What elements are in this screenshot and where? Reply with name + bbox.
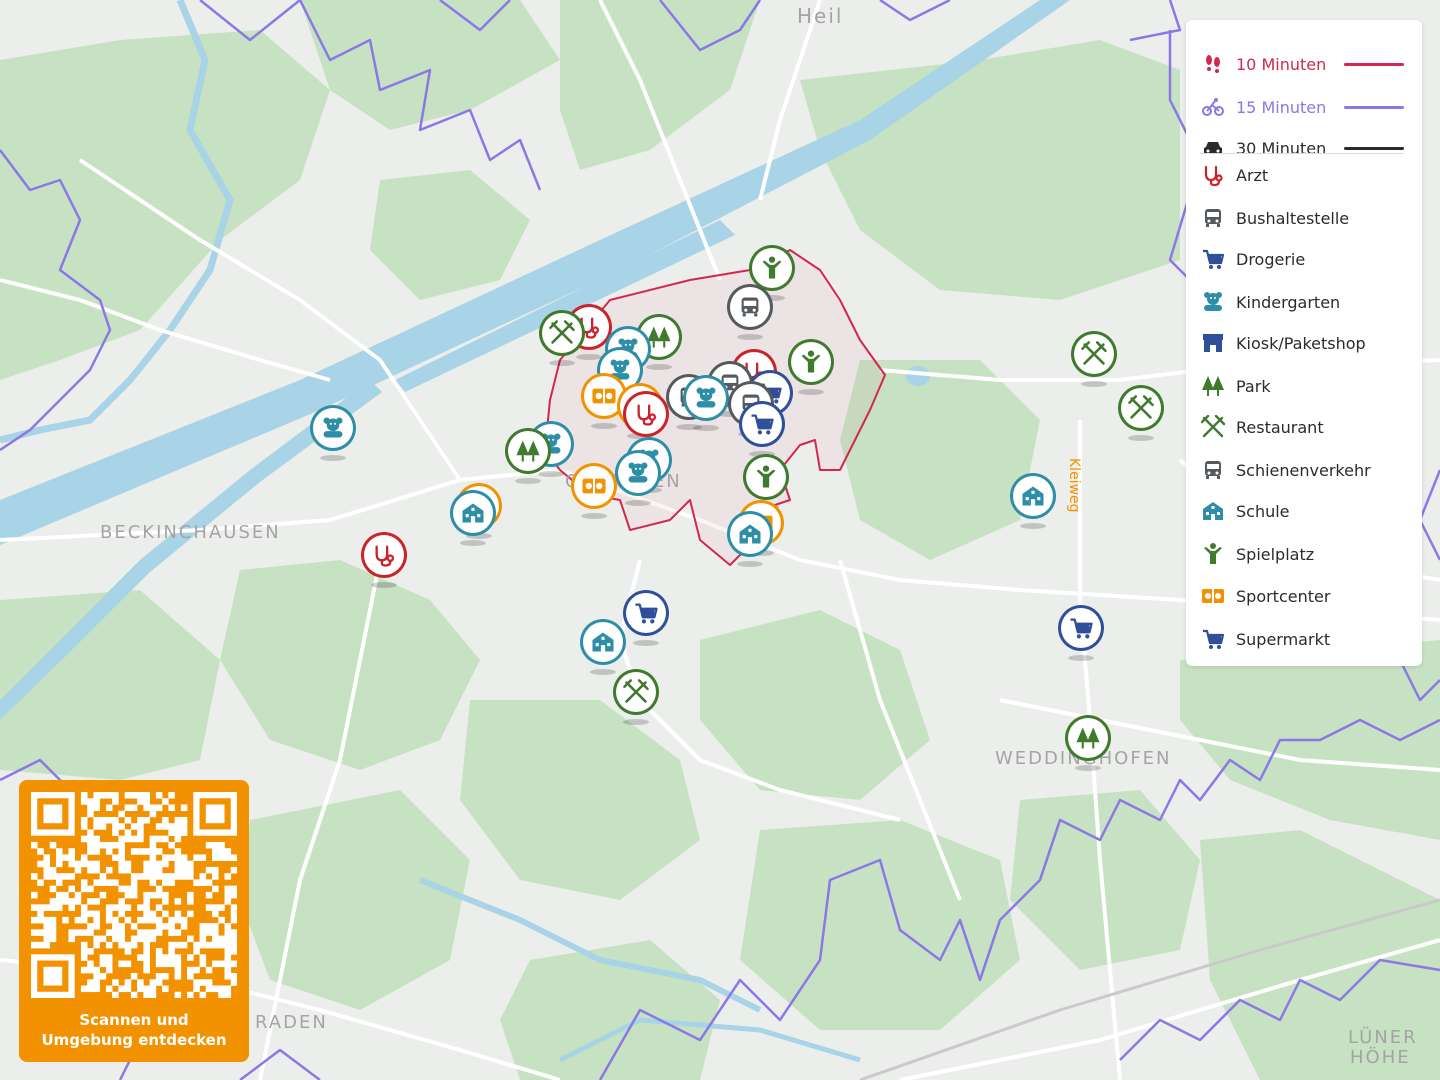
legend-label: Spielplatz (1236, 544, 1315, 564)
legend-label: Supermarkt (1236, 629, 1331, 649)
legend-line-bike (1344, 106, 1404, 109)
shop-icon (1200, 331, 1226, 355)
trees-icon (1200, 374, 1226, 398)
train-icon (1200, 458, 1226, 482)
legend-item-walk[interactable]: 10 Minuten (1200, 52, 1404, 76)
qr-code-panel[interactable]: Scannen und Umgebung entdecken (19, 780, 249, 1062)
legend-item-bushaltestelle[interactable]: Bushaltestelle (1200, 206, 1404, 230)
legend-line-walk (1344, 63, 1404, 66)
place-label-heil: Heil (797, 4, 843, 28)
stethoscope-icon (1200, 163, 1226, 187)
legend-item-restaurant[interactable]: Restaurant (1200, 415, 1404, 439)
legend-label: Kiosk/Paketshop (1236, 333, 1366, 353)
sport-icon (1200, 584, 1226, 608)
place-label-raden: RADEN (255, 1012, 328, 1033)
map-legend: 10 Minuten 15 Minuten 30 Minuten Arzt Bus… (1186, 20, 1422, 666)
legend-label: Schienenverkehr (1236, 460, 1371, 480)
legend-label: Schule (1236, 501, 1290, 521)
street-label-kleiweg: Kleiweg (1066, 458, 1082, 513)
legend-label-bike: 15 Minuten (1236, 97, 1327, 117)
legend-label-walk: 10 Minuten (1236, 54, 1327, 74)
legend-item-car[interactable]: 30 Minuten (1200, 136, 1404, 160)
legend-label: Park (1236, 376, 1271, 396)
place-label-beckinghausen: BECKINCHAUSEN (100, 522, 281, 543)
legend-item-schule[interactable]: Schule (1200, 499, 1404, 523)
qr-code[interactable] (31, 792, 237, 998)
legend-item-schienenverkehr[interactable]: Schienenverkehr (1200, 458, 1404, 482)
legend-item-park[interactable]: Park (1200, 374, 1404, 398)
legend-label-car: 30 Minuten (1236, 138, 1327, 158)
legend-item-sportcenter[interactable]: Sportcenter (1200, 584, 1404, 608)
school-icon (1200, 499, 1226, 523)
legend-label: Bushaltestelle (1236, 208, 1350, 228)
qr-caption: Scannen und Umgebung entdecken (19, 1010, 249, 1050)
footprints-icon (1200, 54, 1226, 74)
bicycle-icon (1200, 97, 1226, 117)
place-label-hoehe: HÖHE (1350, 1046, 1411, 1068)
legend-item-kiosk-paketshop[interactable]: Kiosk/Paketshop (1200, 331, 1404, 355)
legend-label: Restaurant (1236, 417, 1324, 437)
qr-caption-line2: Umgebung entdecken (41, 1031, 227, 1049)
cutlery-icon (1200, 415, 1226, 439)
legend-label: Drogerie (1236, 249, 1306, 269)
teddy-icon (1200, 290, 1226, 314)
legend-label: Sportcenter (1236, 586, 1331, 606)
qr-caption-line1: Scannen und (79, 1011, 189, 1029)
playground-icon (1200, 542, 1226, 566)
legend-item-bike[interactable]: 15 Minuten (1200, 95, 1404, 119)
legend-label: Kindergarten (1236, 292, 1341, 312)
legend-item-arzt[interactable]: Arzt (1200, 163, 1404, 187)
legend-label: Arzt (1236, 165, 1269, 185)
legend-divider (1200, 153, 1404, 154)
legend-item-spielplatz[interactable]: Spielplatz (1200, 542, 1404, 566)
legend-item-supermarkt[interactable]: Supermarkt (1200, 627, 1404, 651)
legend-item-kindergarten[interactable]: Kindergarten (1200, 290, 1404, 314)
bus-icon (1200, 206, 1226, 230)
place-label-luener: LÜNER (1348, 1026, 1418, 1048)
cart-icon (1200, 627, 1226, 651)
cart-icon (1200, 247, 1226, 271)
legend-item-drogerie[interactable]: Drogerie (1200, 247, 1404, 271)
car-icon (1200, 139, 1226, 157)
legend-line-car (1344, 147, 1404, 150)
